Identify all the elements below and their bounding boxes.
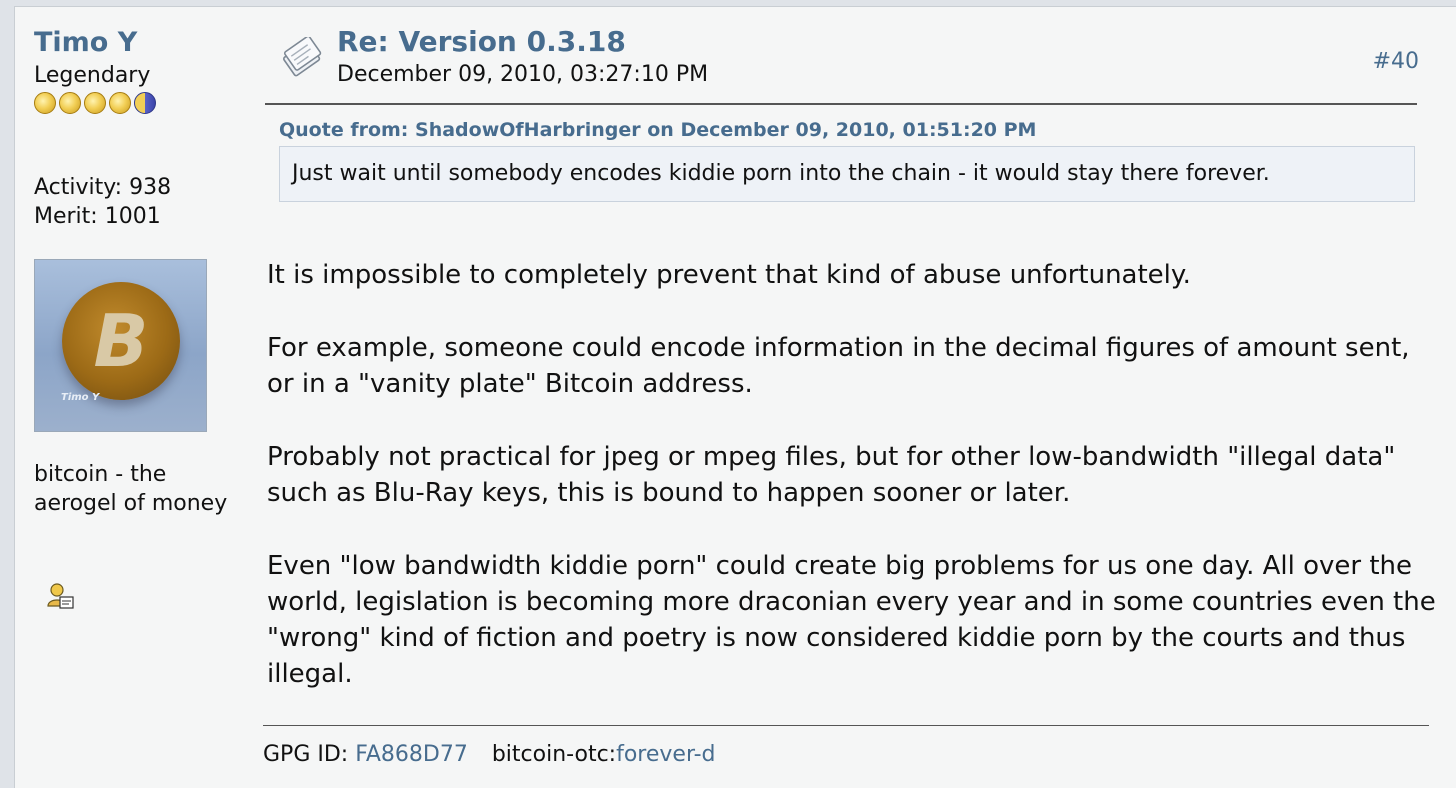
otc-link[interactable]: forever-d (616, 742, 715, 767)
post-paragraph: Even "low bandwidth kiddie porn" could c… (267, 551, 1436, 689)
star-icon (84, 92, 106, 114)
quote-header-link[interactable]: Quote from: ShadowOfHarbringer on Decemb… (279, 119, 1036, 141)
signature-divider (263, 725, 1429, 726)
poster-name-link[interactable]: Timo Y (34, 27, 137, 58)
post-subject-link[interactable]: Re: Version 0.3.18 (337, 25, 626, 58)
gpg-label: GPG ID: (263, 742, 349, 767)
post-header: Re: Version 0.3.18 December 09, 2010, 03… (265, 7, 1419, 105)
star-icon (34, 92, 56, 114)
post-paragraph: Probably not practical for jpeg or mpeg … (267, 442, 1396, 508)
signature: GPG ID: FA868D77 bitcoin-otc:forever-d (263, 742, 716, 767)
post-document-icon (282, 37, 322, 77)
poster-info: Timo Y Legendary Activity: 938 Merit: 10… (15, 7, 255, 788)
post-body: It is impossible to completely prevent t… (267, 257, 1437, 729)
user-profile-icon[interactable] (45, 581, 75, 611)
quote-box: Just wait until somebody encodes kiddie … (279, 146, 1415, 202)
gpg-id-link[interactable]: FA868D77 (355, 742, 468, 767)
rank-stars (34, 92, 159, 114)
forum-post: Timo Y Legendary Activity: 938 Merit: 10… (14, 6, 1456, 788)
half-star-icon (134, 92, 156, 114)
poster-merit: Merit: 1001 (34, 204, 161, 229)
poster-activity: Activity: 938 (34, 175, 172, 200)
post-number-link[interactable]: #40 (1373, 49, 1419, 74)
star-icon (109, 92, 131, 114)
post-date: December 09, 2010, 03:27:10 PM (337, 62, 709, 87)
star-icon (59, 92, 81, 114)
personal-text: bitcoin - the aerogel of money (34, 462, 228, 516)
poster-avatar[interactable]: B Timo Y (34, 259, 207, 432)
avatar-caption: Timo Y (61, 392, 100, 403)
post-paragraph: It is impossible to completely prevent t… (267, 260, 1191, 290)
bitcoin-coin-icon: B (62, 282, 180, 400)
poster-rank: Legendary (34, 63, 151, 88)
post-paragraph: For example, someone could encode inform… (267, 333, 1410, 399)
otc-label: bitcoin-otc: (491, 742, 617, 767)
